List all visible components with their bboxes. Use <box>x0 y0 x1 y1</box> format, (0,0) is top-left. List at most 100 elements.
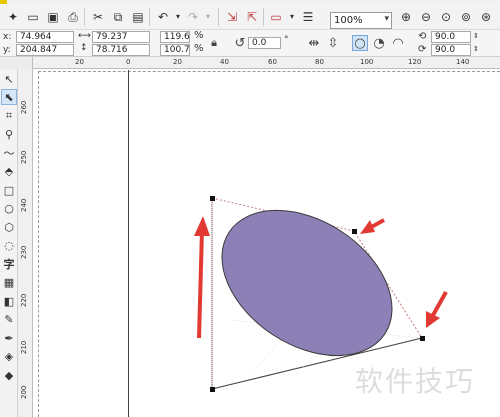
copy-icon[interactable]: ⧉ <box>110 9 126 25</box>
start-angle-spinner-icon[interactable]: ⇕ <box>473 32 479 40</box>
undo-dropdown-icon[interactable]: ▾ <box>170 9 186 25</box>
print-icon[interactable]: ⎙ <box>65 9 81 25</box>
pie-mode-button[interactable]: ◔ <box>371 35 387 51</box>
mirror-vertical-icon[interactable]: ⇳ <box>325 35 341 51</box>
zoom-page-icon[interactable]: ⊛ <box>478 9 494 25</box>
height-field[interactable]: 78.716 mm <box>92 44 150 65</box>
x-label: x: <box>3 32 12 42</box>
end-angle-field[interactable]: 90.0 <box>431 44 471 56</box>
vertical-ruler[interactable]: 260 250 240 230 220 210 200 <box>18 69 33 417</box>
cut-icon[interactable]: ✂ <box>90 9 106 25</box>
eyedropper-tool-icon[interactable]: ✎ <box>1 311 17 327</box>
zoom-selected-icon[interactable]: ⊙ <box>438 9 454 25</box>
horizontal-ruler[interactable]: 20 0 20 40 60 80 100 120 140 <box>0 57 500 69</box>
new-document-icon[interactable]: ✦ <box>5 9 21 25</box>
scale-x-percent: % <box>194 30 204 41</box>
standard-toolbar: ✦ ▭ ▣ ⎙ ✂ ⧉ ▤ ↶ ▾ ↷ ▾ ⇲ ⇱ ▭ ▾ ☰ 100% ▾ ⊕… <box>0 4 500 30</box>
property-bar: x: 74.964 mm y: 204.847 mm ⟷ 79.237 mm ↕… <box>0 30 500 65</box>
redo-dropdown-icon[interactable]: ▾ <box>200 9 216 25</box>
toolbar-separator <box>263 8 264 26</box>
table-tool-icon[interactable]: ▦ <box>1 274 17 290</box>
zoom-tool-icon[interactable]: ⚲ <box>1 126 17 142</box>
zoom-out-icon[interactable]: ⊖ <box>418 9 434 25</box>
interactive-fill-tool-icon[interactable]: ◆ <box>1 367 17 383</box>
ruler-tick-label: 60 <box>268 58 277 66</box>
toolbox: ↖ ⬉ ⌗ ⚲ 〜 ⬘ □ ○ ⬡ ◌ 字 ▦ ◧ ✎ ✒ ◈ ◆ <box>0 69 18 417</box>
fill-tool-icon[interactable]: ◈ <box>1 348 17 364</box>
ruler-tick-label: 40 <box>220 58 229 66</box>
mirror-horizontal-icon[interactable]: ⇹ <box>306 35 322 51</box>
node-handle[interactable] <box>352 229 357 234</box>
scale-x-field[interactable]: 119.6 <box>160 31 190 43</box>
end-angle-spinner-icon[interactable]: ⇕ <box>473 45 479 53</box>
y-position-field[interactable]: 204.847 mm <box>16 44 74 65</box>
lock-ratio-icon[interactable]: 🔒︎ <box>206 35 222 51</box>
annotation-arrow-up <box>194 216 210 339</box>
pick-tool-icon[interactable]: ↖ <box>1 71 17 87</box>
ruler-tick-label: 20 <box>75 58 84 66</box>
basic-shapes-tool-icon[interactable]: ◌ <box>1 237 17 253</box>
toolbar-separator <box>84 8 85 26</box>
width-arrow-icon: ⟷ <box>78 31 91 41</box>
zoom-in-icon[interactable]: ⊕ <box>398 9 414 25</box>
zoom-all-icon[interactable]: ⊚ <box>458 9 474 25</box>
watermark-text: 软件技巧 <box>355 365 476 398</box>
outline-pen-tool-icon[interactable]: ✒ <box>1 330 17 346</box>
chevron-down-icon: ▾ <box>384 14 389 24</box>
redo-icon[interactable]: ↷ <box>185 9 201 25</box>
width-field[interactable]: 79.237 mm <box>92 31 150 52</box>
scale-y-percent: % <box>194 43 204 54</box>
crop-tool-icon[interactable]: ⌗ <box>1 108 17 124</box>
ruler-tick-label: 0 <box>126 58 131 66</box>
height-arrow-icon: ↕ <box>80 43 88 53</box>
rotation-angle-field[interactable]: 0.0 <box>248 37 281 49</box>
node-handle[interactable] <box>420 336 425 341</box>
open-folder-icon[interactable]: ▭ <box>25 9 41 25</box>
smart-fill-tool-icon[interactable]: ⬘ <box>1 163 17 179</box>
ruler-tick-label: 210 <box>20 340 28 354</box>
annotation-arrow-down-left <box>426 291 448 328</box>
start-angle-field[interactable]: 90.0 <box>431 31 471 43</box>
scale-y-field[interactable]: 100.7 <box>160 44 190 56</box>
node-handle[interactable] <box>210 196 215 201</box>
ruler-tick-label: 200 <box>20 385 28 399</box>
export-icon[interactable]: ⇱ <box>244 9 260 25</box>
ruler-tick-label: 140 <box>456 58 470 66</box>
polygon-tool-icon[interactable]: ⬡ <box>1 219 17 235</box>
ruler-tick-label: 120 <box>408 58 422 66</box>
zoom-level-select[interactable]: 100% ▾ <box>330 12 392 29</box>
end-angle-icon: ⟳ <box>418 44 427 55</box>
node-handle[interactable] <box>210 387 215 392</box>
rectangle-tool-icon[interactable]: □ <box>1 182 17 198</box>
zoom-level-value: 100% <box>334 15 363 26</box>
ruler-tick-label: 260 <box>20 100 28 114</box>
ruler-tick-label: 20 <box>173 58 182 66</box>
application-launcher-icon[interactable]: ▭ <box>268 9 284 25</box>
ruler-tick-label: 80 <box>315 58 324 66</box>
freehand-tool-icon[interactable]: 〜 <box>1 145 17 161</box>
toolbar-separator <box>218 8 219 26</box>
ellipse-tool-icon[interactable]: ○ <box>1 200 17 216</box>
x-position-field[interactable]: 74.964 mm <box>16 31 74 52</box>
ellipse-mode-button[interactable]: ○ <box>352 35 368 51</box>
save-icon[interactable]: ▣ <box>45 9 61 25</box>
toolbar-separator <box>149 8 150 26</box>
launcher-dropdown-icon[interactable]: ▾ <box>284 9 300 25</box>
interactive-blend-tool-icon[interactable]: ◧ <box>1 293 17 309</box>
paste-icon[interactable]: ▤ <box>130 9 146 25</box>
text-tool-icon[interactable]: 字 <box>1 256 17 272</box>
rotate-icon: ↺ <box>234 35 246 51</box>
undo-icon[interactable]: ↶ <box>155 9 171 25</box>
arc-mode-button[interactable]: ◠ <box>390 35 406 51</box>
ruler-origin-corner[interactable] <box>0 57 33 69</box>
ruler-tick-label: 220 <box>20 293 28 307</box>
options-icon[interactable]: ☰ <box>300 9 316 25</box>
ruler-tick-label: 250 <box>20 150 28 164</box>
import-icon[interactable]: ⇲ <box>224 9 240 25</box>
ruler-tick-label: 100 <box>360 58 374 66</box>
shape-tool-icon[interactable]: ⬉ <box>1 89 17 105</box>
y-label: y: <box>3 45 11 55</box>
annotation-arrow-left <box>360 218 385 234</box>
ruler-tick-label: 240 <box>20 198 28 212</box>
ellipse-shape[interactable] <box>195 180 419 385</box>
